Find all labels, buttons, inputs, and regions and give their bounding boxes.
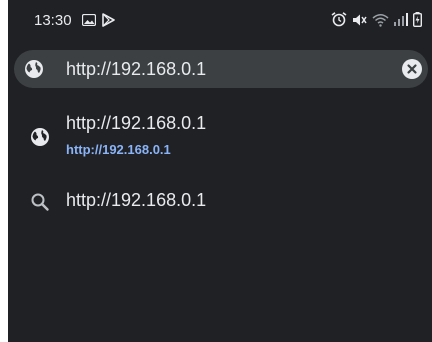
signal-icon [394, 13, 408, 26]
globe-icon [30, 127, 50, 152]
suggestion-search[interactable]: http://192.168.0.1 [8, 180, 432, 224]
suggestion-title: http://192.168.0.1 [66, 190, 207, 210]
suggestion-url-text: http://192.168.0.1 [66, 142, 171, 157]
search-icon [30, 192, 50, 217]
status-bar: 13:30 [8, 0, 432, 42]
url-input[interactable] [66, 58, 386, 80]
suggestion-title: http://192.168.0.1 [66, 113, 207, 133]
browser-screen: 13:30 http://192.168.0.1 http://192.168.… [8, 0, 432, 342]
globe-icon [24, 59, 44, 84]
clear-icon[interactable] [402, 59, 422, 79]
wifi-icon [372, 13, 389, 27]
mute-icon [352, 13, 367, 27]
omnibox[interactable] [14, 50, 428, 88]
play-store-icon [102, 13, 115, 27]
status-time: 13:30 [34, 12, 72, 29]
image-icon [82, 14, 96, 26]
battery-icon [413, 12, 422, 27]
suggestion-url[interactable]: http://192.168.0.1 http://192.168.0.1 [8, 106, 432, 166]
alarm-icon [331, 12, 347, 27]
